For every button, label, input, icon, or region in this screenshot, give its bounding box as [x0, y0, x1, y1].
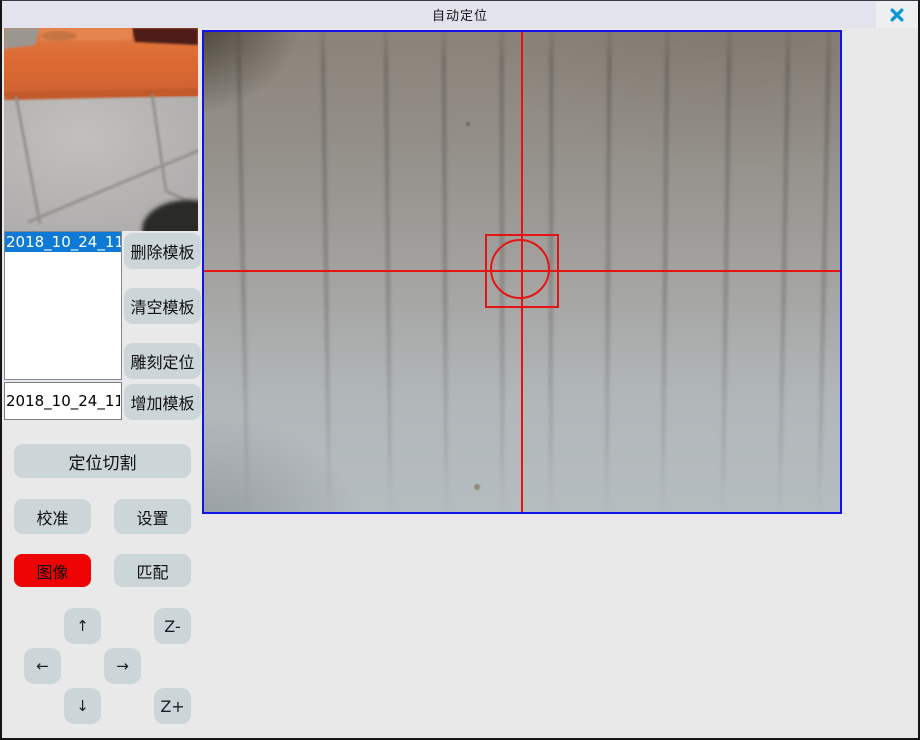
position-cut-button[interactable]: 定位切割 — [14, 444, 191, 478]
jog-down-button[interactable]: ↓ — [64, 688, 101, 724]
titlebar: 自动定位 — [2, 1, 918, 28]
settings-button[interactable]: 设置 — [114, 499, 191, 534]
close-button[interactable] — [876, 1, 918, 28]
camera-view[interactable] — [202, 30, 842, 514]
ceiling-seam-line — [777, 30, 790, 514]
thumbnail-photo — [4, 28, 198, 231]
template-thumbnail-preview — [4, 28, 198, 231]
match-button[interactable]: 匹配 — [114, 554, 191, 587]
template-list[interactable]: 2018_10_24_11 — [4, 231, 122, 380]
image-button-active[interactable]: 图像 — [14, 554, 91, 587]
ceiling-seam-line — [442, 30, 449, 514]
template-list-item[interactable]: 2018_10_24_11 — [5, 232, 121, 252]
ceiling-seam-line — [661, 30, 670, 514]
close-icon — [889, 7, 905, 23]
calibrate-button[interactable]: 校准 — [14, 499, 91, 534]
window-title: 自动定位 — [432, 5, 488, 24]
jog-z-minus-button[interactable]: Z- — [154, 608, 191, 644]
delete-template-button[interactable]: 删除模板 — [124, 233, 201, 269]
ceiling-seam-line — [236, 30, 250, 514]
match-target-circle — [490, 239, 550, 299]
ceiling-seam-line — [321, 30, 332, 514]
clear-templates-button[interactable]: 清空模板 — [124, 288, 201, 324]
jog-z-plus-button[interactable]: Z+ — [154, 688, 191, 724]
add-template-button[interactable]: 增加模板 — [124, 384, 201, 420]
engrave-position-button[interactable]: 雕刻定位 — [124, 343, 201, 379]
auto-position-window: 自动定位 — [0, 0, 920, 740]
jog-right-button[interactable]: → — [104, 648, 141, 684]
template-name-input[interactable] — [4, 382, 122, 420]
ceiling-seam-line — [384, 30, 393, 514]
ceiling-seam-line — [817, 30, 831, 514]
jog-left-button[interactable]: ← — [24, 648, 61, 684]
ceiling-seam-line — [720, 30, 731, 514]
jog-up-button[interactable]: ↑ — [64, 608, 101, 644]
camera-speck — [474, 484, 480, 490]
ceiling-seam-line — [605, 30, 612, 514]
camera-speck — [466, 122, 470, 126]
